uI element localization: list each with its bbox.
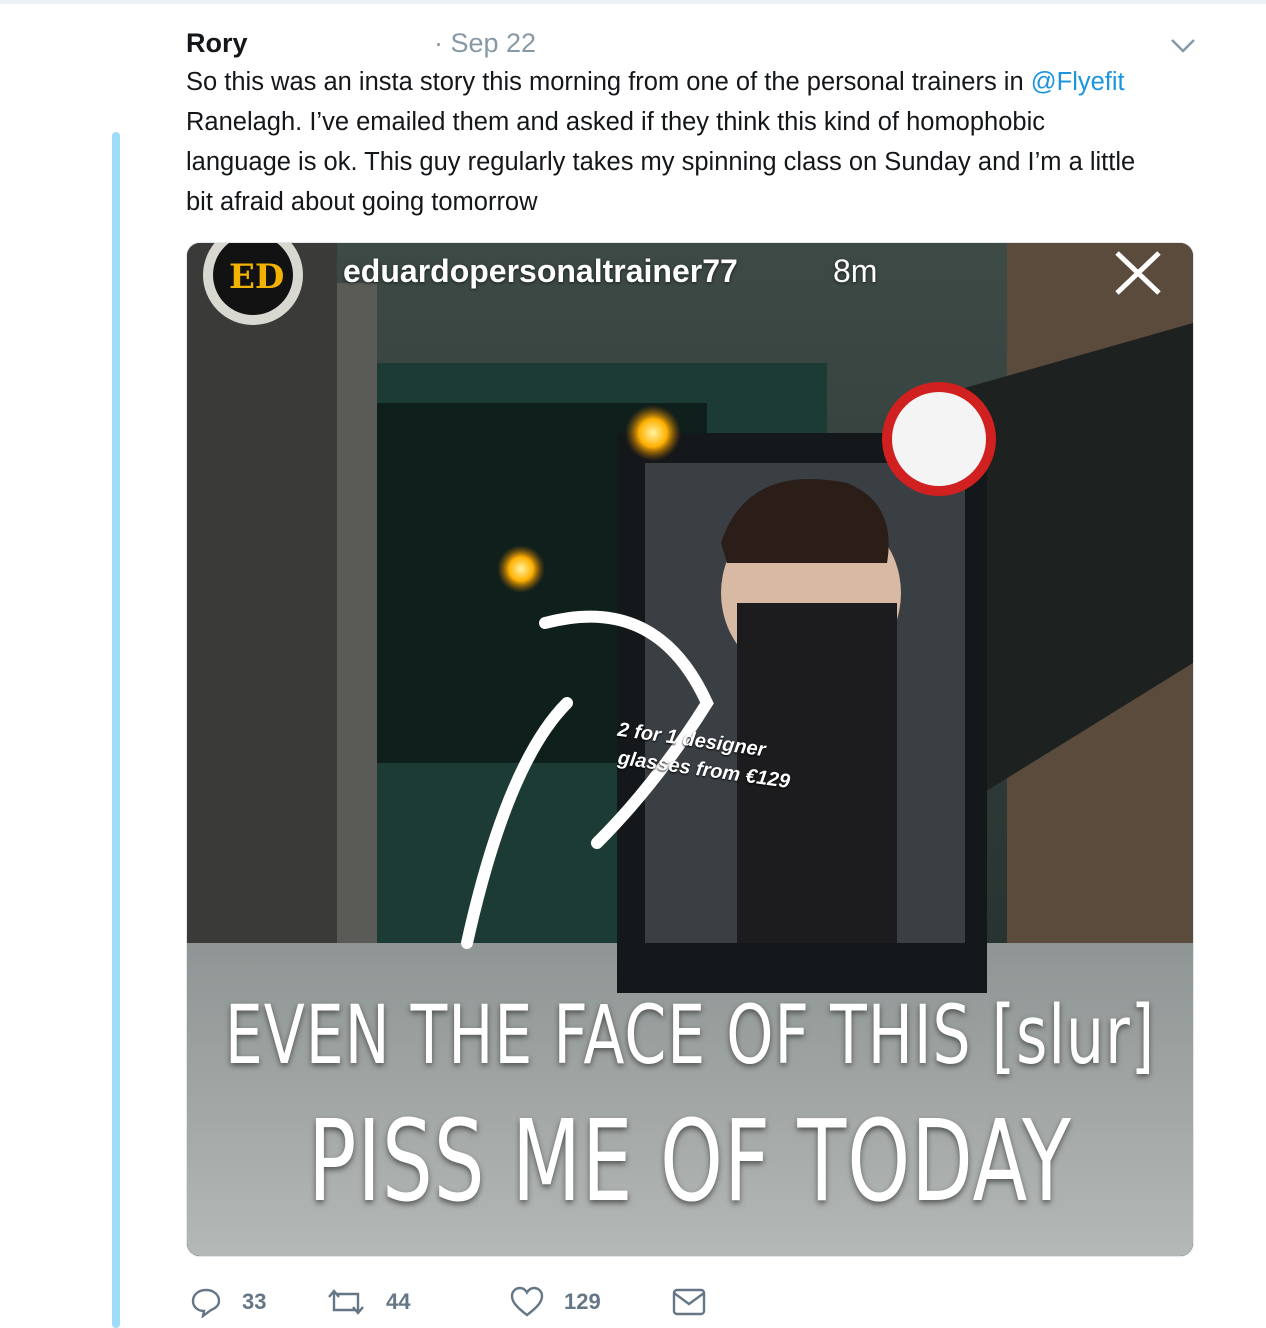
story-caption-line1: EVEN THE FACE OF THIS [slur]	[224, 988, 1156, 1084]
like-button[interactable]: 129	[510, 1284, 601, 1320]
tweet-text-part2: Ranelagh. I’ve emailed them and asked if…	[186, 108, 1136, 216]
like-count: 129	[564, 1289, 601, 1314]
story-avatar: ED	[229, 257, 285, 297]
like-icon	[510, 1286, 544, 1317]
tweet-header: Rory · Sep 22	[186, 22, 1196, 62]
message-icon	[672, 1288, 706, 1316]
story-time: 8m	[833, 253, 878, 289]
reply-count: 33	[242, 1289, 267, 1314]
tweet: Rory · Sep 22 So this was an insta story…	[186, 22, 1196, 222]
top-divider	[0, 0, 1266, 4]
tweet-text: So this was an insta story this morning …	[186, 62, 1146, 222]
reply-icon	[191, 1288, 221, 1318]
tweet-actions: 33 44 129	[190, 1284, 790, 1324]
retweet-icon	[328, 1289, 364, 1315]
direct-message-button[interactable]	[672, 1284, 706, 1320]
retweet-count: 44	[386, 1289, 411, 1314]
tweet-date[interactable]: · Sep 22	[434, 28, 536, 59]
story-username: eduardopersonaltrainer77	[343, 253, 738, 289]
author-name[interactable]: Rory	[186, 28, 248, 59]
thread-connector-line	[112, 132, 120, 1328]
retweet-button[interactable]: 44	[326, 1284, 410, 1320]
tweet-text-part1: So this was an insta story this morning …	[186, 68, 1031, 96]
reply-button[interactable]: 33	[190, 1284, 266, 1320]
tweet-media-image[interactable]: ED eduardopersonaltrainer77 8m 2 for 1 d…	[186, 242, 1194, 1257]
story-caption-line2: PISS ME OF TODAY	[308, 1096, 1072, 1227]
chevron-down-icon[interactable]	[1166, 32, 1200, 58]
mention-link[interactable]: @Flyefit	[1031, 68, 1125, 96]
